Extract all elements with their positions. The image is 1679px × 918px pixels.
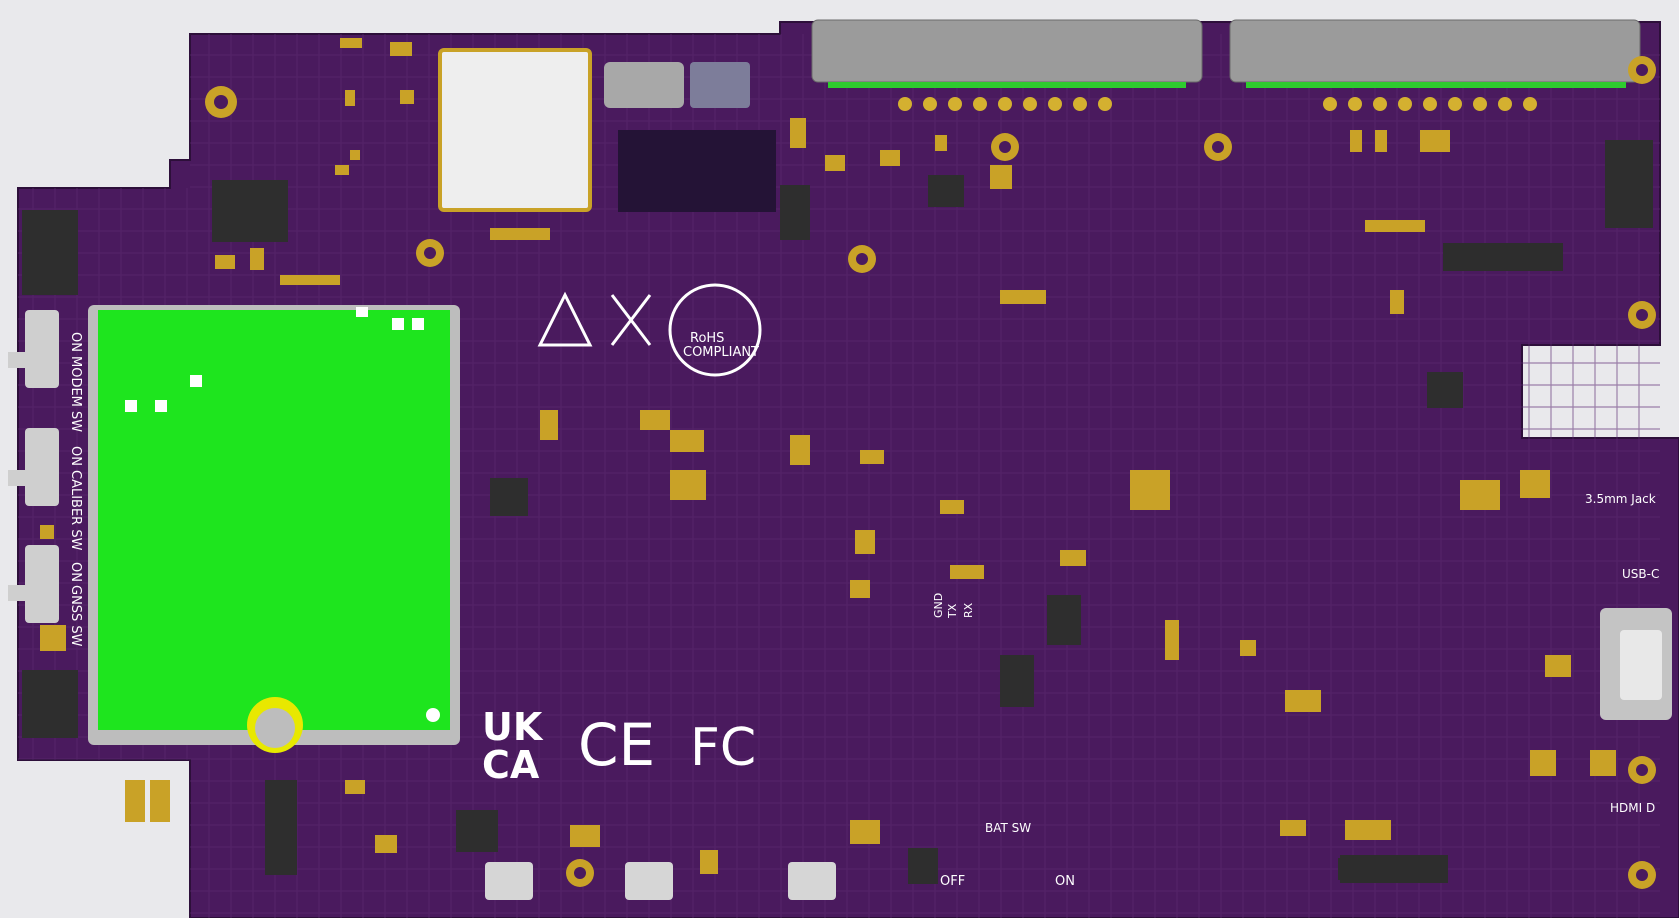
- usb-c-port: [1600, 608, 1672, 720]
- pcb-render: MODEM SW ON CALIBER SW ON GNSS SW ON RoH…: [8, 19, 1679, 918]
- uart-tx-label: TX: [946, 603, 959, 619]
- on-label: ON: [1055, 874, 1075, 889]
- ce-mark: CE: [578, 711, 655, 779]
- rohs-label: RoHS: [690, 331, 724, 346]
- uart-gnd-label: GND: [932, 593, 945, 618]
- uart-rx-label: RX: [962, 602, 975, 618]
- usb-c-label: USB-C: [1622, 567, 1659, 581]
- slide-switch-gnss: [8, 545, 59, 623]
- fcc-mark: FC: [690, 718, 756, 778]
- slide-switch-modem: [8, 310, 59, 388]
- switch-state-caliber: ON: [68, 446, 83, 466]
- switch-label-modem: MODEM SW: [68, 356, 83, 432]
- switch-state-modem: ON: [68, 332, 83, 352]
- jack-label: 3.5mm Jack: [1585, 492, 1656, 506]
- switch-label-gnss: GNSS SW: [68, 585, 83, 647]
- slide-switch-caliber: [8, 428, 59, 506]
- rohs-sub-label: COMPLIANT: [683, 345, 759, 360]
- green-module: [88, 305, 460, 753]
- bat-sw-label: BAT SW: [985, 821, 1031, 835]
- ukca-mark-bottom: CA: [482, 743, 540, 787]
- hdmi-label: HDMI D: [1610, 801, 1655, 815]
- switch-label-caliber: CALIBER SW: [68, 470, 83, 551]
- sim-card-slot: [438, 48, 592, 212]
- off-label: OFF: [940, 874, 965, 889]
- switch-state-gnss: ON: [68, 562, 83, 582]
